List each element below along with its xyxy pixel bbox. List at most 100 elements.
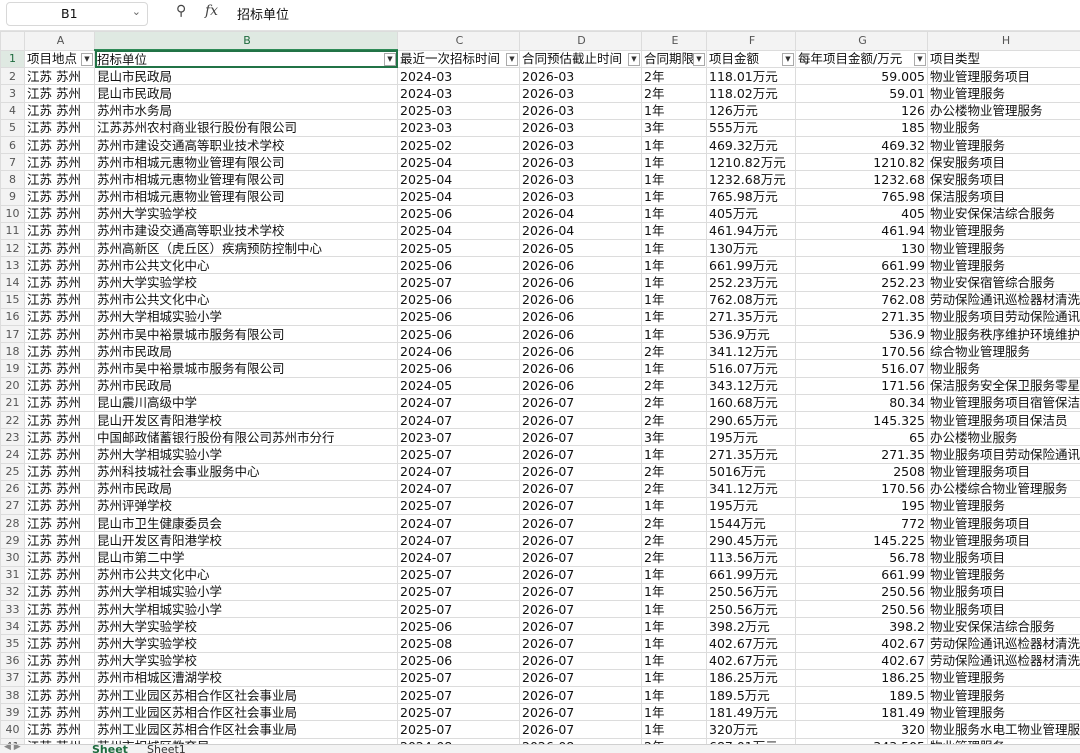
table-cell[interactable]: 398.2万元 bbox=[707, 618, 796, 635]
table-cell[interactable]: 江苏 苏州 bbox=[25, 85, 95, 102]
table-cell[interactable]: 江苏 苏州 bbox=[25, 429, 95, 446]
table-cell[interactable]: 1年 bbox=[642, 360, 707, 377]
table-cell[interactable]: 145.325 bbox=[796, 411, 928, 428]
table-cell[interactable]: 2025-03 bbox=[398, 102, 520, 119]
table-cell[interactable]: 2026-06 bbox=[520, 360, 642, 377]
table-cell[interactable]: 181.49万元 bbox=[707, 704, 796, 721]
table-cell[interactable]: 1年 bbox=[642, 326, 707, 343]
table-cell[interactable]: 185 bbox=[796, 119, 928, 136]
row-header[interactable]: 25 bbox=[1, 463, 25, 480]
table-cell[interactable]: 物业管理服务 bbox=[928, 497, 1080, 514]
table-cell[interactable]: 2026-07 bbox=[520, 532, 642, 549]
table-cell[interactable]: 2026-03 bbox=[520, 119, 642, 136]
table-cell[interactable]: 1232.68万元 bbox=[707, 171, 796, 188]
table-cell[interactable]: 江苏 苏州 bbox=[25, 222, 95, 239]
table-cell[interactable]: 江苏 苏州 bbox=[25, 652, 95, 669]
table-cell[interactable]: 2026-07 bbox=[520, 566, 642, 583]
table-cell[interactable]: 320万元 bbox=[707, 721, 796, 738]
table-cell[interactable]: 145.225 bbox=[796, 532, 928, 549]
table-cell[interactable]: 苏州大学实验学校 bbox=[95, 635, 398, 652]
table-cell[interactable]: 1年 bbox=[642, 222, 707, 239]
table-cell[interactable]: 1年 bbox=[642, 446, 707, 463]
filter-dropdown-icon[interactable]: ▼ bbox=[693, 53, 705, 66]
table-cell[interactable]: 苏州市相城元惠物业管理有限公司 bbox=[95, 188, 398, 205]
row-header[interactable]: 12 bbox=[1, 240, 25, 257]
table-cell[interactable]: 江苏 苏州 bbox=[25, 566, 95, 583]
table-cell[interactable]: 2年 bbox=[642, 68, 707, 85]
table-cell[interactable]: 2026-07 bbox=[520, 429, 642, 446]
row-header[interactable]: 40 bbox=[1, 721, 25, 738]
table-cell[interactable]: 劳动保险通讯巡检器材清洗 bbox=[928, 291, 1080, 308]
table-cell[interactable]: 昆山市第二中学 bbox=[95, 549, 398, 566]
table-cell[interactable]: 物业管理服务项目宿管保洁 bbox=[928, 394, 1080, 411]
table-cell[interactable]: 250.56 bbox=[796, 583, 928, 600]
table-cell[interactable]: 2024-03 bbox=[398, 68, 520, 85]
table-cell[interactable]: 江苏 苏州 bbox=[25, 601, 95, 618]
table-cell[interactable]: 405万元 bbox=[707, 205, 796, 222]
header-cell-annual-amount[interactable]: 每年项目金额/万元▼ bbox=[796, 50, 928, 68]
table-cell[interactable]: 保安服务项目 bbox=[928, 154, 1080, 171]
table-cell[interactable]: 苏州科技城社会事业服务中心 bbox=[95, 463, 398, 480]
table-cell[interactable]: 江苏 苏州 bbox=[25, 68, 95, 85]
filter-dropdown-icon[interactable]: ▼ bbox=[81, 53, 93, 66]
table-cell[interactable]: 保洁服务安全保卫服务零星 bbox=[928, 377, 1080, 394]
table-cell[interactable]: 402.67 bbox=[796, 635, 928, 652]
table-cell[interactable]: 苏州大学相城实验小学 bbox=[95, 601, 398, 618]
table-cell[interactable]: 江苏 苏州 bbox=[25, 102, 95, 119]
table-cell[interactable]: 320 bbox=[796, 721, 928, 738]
table-cell[interactable]: 2年 bbox=[642, 377, 707, 394]
column-header-a[interactable]: A bbox=[25, 32, 95, 51]
table-cell[interactable]: 2025-06 bbox=[398, 652, 520, 669]
table-cell[interactable]: 2年 bbox=[642, 394, 707, 411]
table-cell[interactable]: 1210.82 bbox=[796, 154, 928, 171]
table-cell[interactable]: 2026-07 bbox=[520, 652, 642, 669]
table-cell[interactable]: 苏州大学相城实验小学 bbox=[95, 583, 398, 600]
table-cell[interactable]: 1年 bbox=[642, 497, 707, 514]
table-cell[interactable]: 2026-06 bbox=[520, 326, 642, 343]
table-cell[interactable]: 物业管理服务项目 bbox=[928, 68, 1080, 85]
table-cell[interactable]: 物业管理服务项目 bbox=[928, 532, 1080, 549]
row-header[interactable]: 36 bbox=[1, 652, 25, 669]
table-cell[interactable]: 物业管理服务 bbox=[928, 704, 1080, 721]
table-cell[interactable]: 劳动保险通讯巡检器材清洗 bbox=[928, 635, 1080, 652]
table-cell[interactable]: 昆山震川高级中学 bbox=[95, 394, 398, 411]
table-cell[interactable]: 2年 bbox=[642, 343, 707, 360]
table-cell[interactable]: 1年 bbox=[642, 669, 707, 686]
table-cell[interactable]: 办公楼物业服务 bbox=[928, 429, 1080, 446]
table-cell[interactable]: 江苏 苏州 bbox=[25, 532, 95, 549]
filter-dropdown-icon[interactable]: ▼ bbox=[506, 53, 518, 66]
table-cell[interactable]: 综合物业管理服务 bbox=[928, 343, 1080, 360]
table-cell[interactable]: 苏州评弹学校 bbox=[95, 497, 398, 514]
row-header[interactable]: 39 bbox=[1, 704, 25, 721]
table-cell[interactable]: 2026-07 bbox=[520, 497, 642, 514]
table-cell[interactable]: 2026-06 bbox=[520, 343, 642, 360]
table-cell[interactable]: 江苏苏州农村商业银行股份有限公司 bbox=[95, 119, 398, 136]
table-cell[interactable]: 江苏 苏州 bbox=[25, 515, 95, 532]
table-cell[interactable]: 1年 bbox=[642, 136, 707, 153]
table-cell[interactable]: 1年 bbox=[642, 308, 707, 325]
table-cell[interactable]: 2年 bbox=[642, 480, 707, 497]
table-cell[interactable]: 2025-06 bbox=[398, 618, 520, 635]
table-cell[interactable]: 59.01 bbox=[796, 85, 928, 102]
table-cell[interactable]: 2026-07 bbox=[520, 394, 642, 411]
header-cell-last-tender-time[interactable]: 最近一次招标时间▼ bbox=[398, 50, 520, 68]
table-cell[interactable]: 2026-07 bbox=[520, 463, 642, 480]
table-cell[interactable]: 80.34 bbox=[796, 394, 928, 411]
table-cell[interactable]: 461.94万元 bbox=[707, 222, 796, 239]
table-cell[interactable]: 物业服务项目劳动保险通讯 bbox=[928, 446, 1080, 463]
table-cell[interactable]: 江苏 苏州 bbox=[25, 669, 95, 686]
table-cell[interactable]: 江苏 苏州 bbox=[25, 411, 95, 428]
column-header-f[interactable]: F bbox=[707, 32, 796, 51]
table-cell[interactable]: 苏州市建设交通高等职业技术学校 bbox=[95, 136, 398, 153]
table-cell[interactable]: 398.2 bbox=[796, 618, 928, 635]
table-cell[interactable]: 2025-07 bbox=[398, 446, 520, 463]
table-cell[interactable]: 物业管理服务 bbox=[928, 136, 1080, 153]
table-cell[interactable]: 2024-07 bbox=[398, 394, 520, 411]
table-cell[interactable]: 苏州市相城元惠物业管理有限公司 bbox=[95, 154, 398, 171]
table-cell[interactable]: 126 bbox=[796, 102, 928, 119]
column-header-b[interactable]: B bbox=[95, 32, 398, 51]
table-cell[interactable]: 苏州市吴中裕景城市服务有限公司 bbox=[95, 360, 398, 377]
table-cell[interactable]: 402.67万元 bbox=[707, 652, 796, 669]
table-cell[interactable]: 461.94 bbox=[796, 222, 928, 239]
table-cell[interactable]: 苏州市公共文化中心 bbox=[95, 257, 398, 274]
